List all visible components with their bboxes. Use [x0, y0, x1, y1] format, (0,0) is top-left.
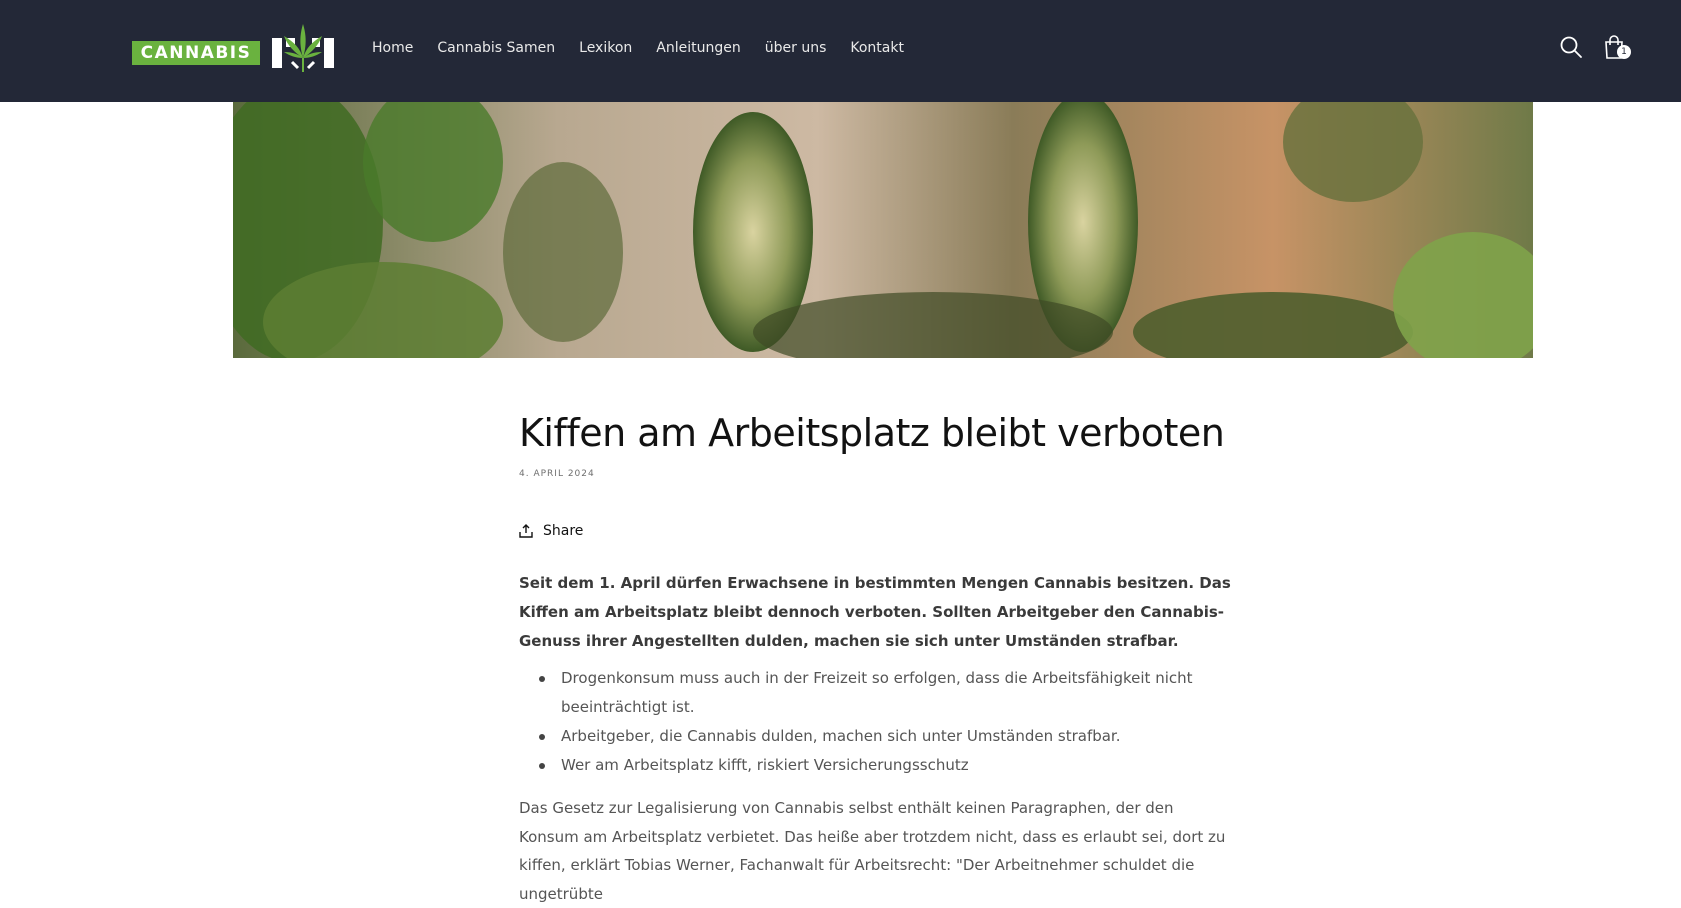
share-button[interactable]: Share [519, 519, 599, 543]
bullet [539, 763, 545, 769]
bullet [539, 734, 545, 740]
article-body: Das Gesetz zur Legalisierung von Cannabi… [519, 799, 1226, 903]
list-item: Arbeitgeber, die Cannabis dulden, machen… [539, 722, 1234, 751]
article-lead: Seit dem 1. April dürfen Erwachsene in b… [519, 574, 1231, 650]
site-logo[interactable]: CANNABIS [132, 22, 336, 74]
nav-lexikon[interactable]: Lexikon [579, 36, 632, 60]
cart-count-badge: 1 [1617, 45, 1631, 59]
main-nav: Home Cannabis Samen Lexikon Anleitungen … [372, 36, 928, 60]
hero-image [233, 102, 1533, 358]
nav-home[interactable]: Home [372, 36, 413, 60]
share-icon [519, 524, 533, 538]
article-title: Kiffen am Arbeitsplatz bleibt verboten [519, 411, 1225, 455]
nav-cannabis-samen[interactable]: Cannabis Samen [437, 36, 555, 60]
search-icon[interactable] [1558, 34, 1584, 60]
nav-anleitungen[interactable]: Anleitungen [656, 36, 740, 60]
logo-leaf-mark [272, 24, 334, 72]
list-item: Wer am Arbeitsplatz kifft, riskiert Vers… [539, 751, 1234, 780]
logo-wordmark: CANNABIS [132, 41, 260, 65]
share-label: Share [543, 523, 584, 539]
article: Kiffen am Arbeitsplatz bleibt verboten 4… [519, 405, 1234, 908]
site-header: CANNABIS Home Cannabis Samen Lexikon Anl… [0, 0, 1681, 102]
nav-ueber-uns[interactable]: über uns [765, 36, 827, 60]
article-date: 4. APRIL 2024 [519, 469, 595, 479]
list-item: Drogenkonsum muss auch in der Freizeit s… [539, 664, 1234, 722]
bullet [539, 676, 545, 682]
article-key-points: Drogenkonsum muss auch in der Freizeit s… [519, 664, 1234, 780]
nav-kontakt[interactable]: Kontakt [850, 36, 904, 60]
